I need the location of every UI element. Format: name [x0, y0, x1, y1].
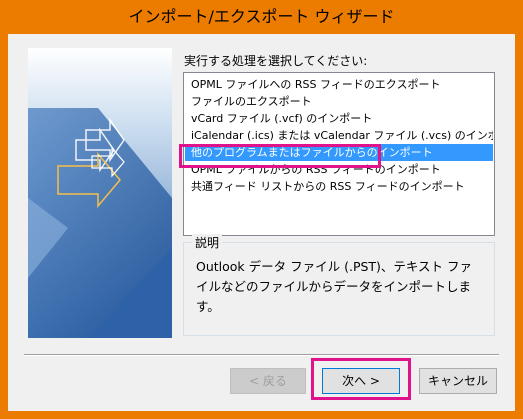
cancel-button[interactable]: キャンセル: [419, 368, 497, 394]
import-export-graphic: [28, 48, 172, 338]
action-item-export-rss-opml[interactable]: OPML ファイルへの RSS フィードのエクスポート: [185, 76, 493, 93]
action-item-import-vcard[interactable]: vCard ファイル (.vcf) のインポート: [185, 110, 493, 127]
selected-item-annotation: [179, 144, 381, 168]
title-bar[interactable]: インポート/エクスポート ウィザード: [0, 0, 523, 34]
wizard-banner-image: [28, 48, 172, 338]
action-item-import-rss-common-feed[interactable]: 共通フィード リストからの RSS フィードのインポート: [185, 178, 493, 195]
action-item-export-file[interactable]: ファイルのエクスポート: [185, 93, 493, 110]
action-item-import-icalendar[interactable]: iCalendar (.ics) または vCalendar ファイル (.vc…: [185, 127, 493, 144]
description-group: 説明 Outlook データ ファイル (.PST)、テキスト ファイルなどのフ…: [183, 234, 495, 336]
next-button-annotation: [311, 358, 411, 400]
description-legend: 説明: [192, 234, 223, 251]
wizard-window: インポート/エクスポート ウィザード 実行する処理を選択してください: OPML…: [0, 0, 523, 419]
action-prompt-label: 実行する処理を選択してください:: [184, 54, 368, 68]
wizard-body: 実行する処理を選択してください: OPML ファイルへの RSS フィードのエク…: [8, 34, 515, 411]
description-text: Outlook データ ファイル (.PST)、テキスト ファイルなどのファイル…: [196, 259, 473, 314]
back-button[interactable]: < 戻る: [230, 368, 306, 394]
window-title: インポート/エクスポート ウィザード: [128, 7, 395, 26]
button-separator: [24, 354, 499, 356]
